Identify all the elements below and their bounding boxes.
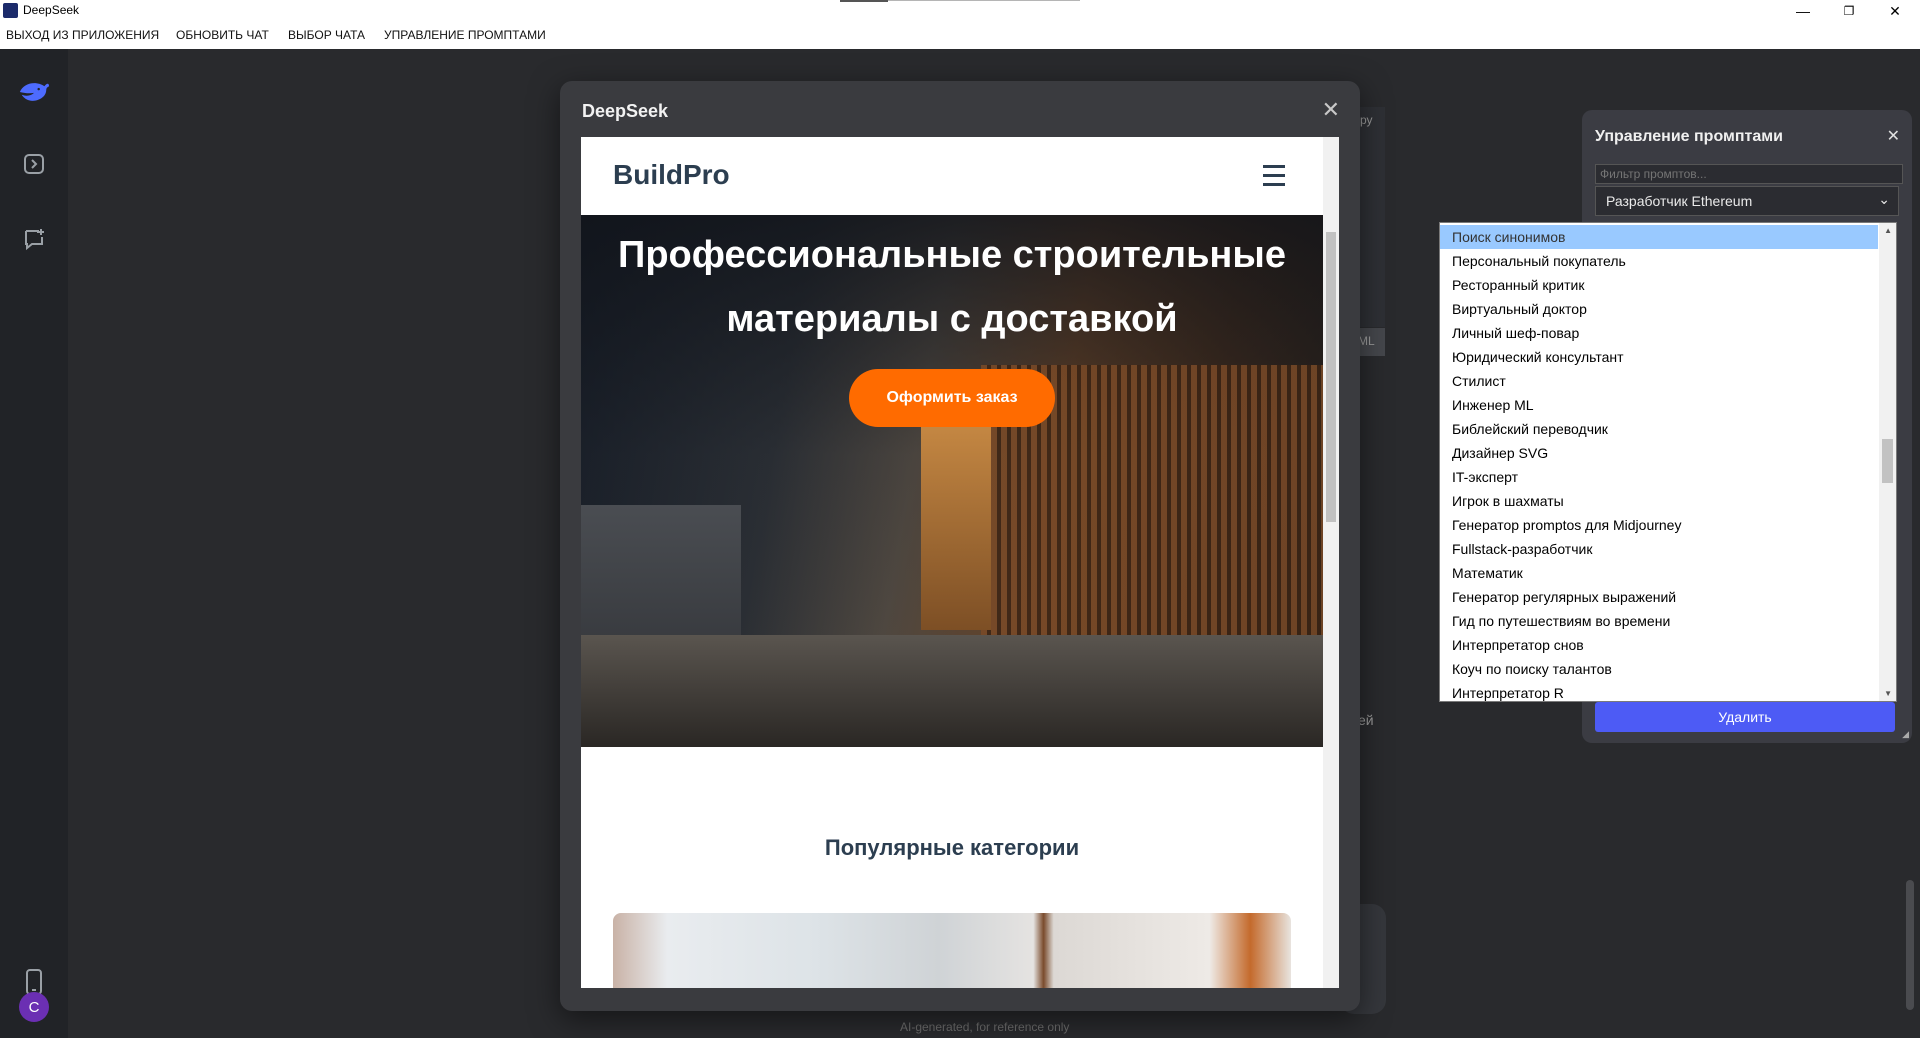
hero-section: Профессиональные строительные материалы … bbox=[581, 215, 1323, 747]
menu-bar: ВЫХОД ИЗ ПРИЛОЖЕНИЯ ОБНОВИТЬ ЧАТ ВЫБОР Ч… bbox=[0, 22, 1920, 49]
page-scrollbar[interactable] bbox=[1906, 880, 1914, 1010]
tab-indicator bbox=[840, 0, 1080, 2]
user-avatar[interactable]: C bbox=[19, 992, 49, 1022]
panel-title: Управление промптами bbox=[1595, 128, 1783, 145]
menu-exit-app[interactable]: ВЫХОД ИЗ ПРИЛОЖЕНИЯ bbox=[6, 28, 159, 42]
prompt-select-value: Разработчик Ethereum bbox=[1606, 193, 1753, 209]
list-scrollbar-thumb[interactable] bbox=[1882, 439, 1893, 483]
hero-title: Профессиональные строительные материалы … bbox=[618, 234, 1286, 340]
prompt-option[interactable]: Игрок в шахматы bbox=[1440, 489, 1878, 513]
menu-select-chat[interactable]: ВЫБОР ЧАТА bbox=[288, 28, 365, 42]
prompt-option[interactable]: IT-эксперт bbox=[1440, 465, 1878, 489]
list-scrollbar[interactable]: ▲ ▼ bbox=[1879, 223, 1896, 701]
close-window-button[interactable]: ✕ bbox=[1872, 0, 1918, 22]
sidebar-toggle-icon[interactable] bbox=[18, 148, 50, 180]
site-header: BuildPro bbox=[581, 137, 1323, 215]
prompt-option[interactable]: Математик bbox=[1440, 561, 1878, 585]
hero-image-floor bbox=[581, 635, 1323, 747]
prompt-option[interactable]: Генератор регулярных выражений bbox=[1440, 585, 1878, 609]
chevron-down-icon: ⌄ bbox=[1878, 191, 1890, 207]
deepseek-whale-logo-icon[interactable] bbox=[18, 75, 50, 107]
prompt-options-list: Поиск синонимов Персональный покупатель Ре… bbox=[1439, 222, 1897, 702]
delete-button[interactable]: Удалить bbox=[1595, 702, 1895, 732]
scroll-up-arrow-icon[interactable]: ▲ bbox=[1884, 226, 1892, 235]
hamburger-menu-icon[interactable] bbox=[1263, 165, 1285, 192]
modal-title: DeepSeek bbox=[582, 101, 669, 121]
prompt-option[interactable]: Коуч по поиску талантов bbox=[1440, 657, 1878, 681]
prompt-option[interactable]: Юридический консультант bbox=[1440, 345, 1878, 369]
left-sidebar bbox=[0, 49, 68, 1038]
app-logo-icon bbox=[3, 3, 18, 18]
category-card-image[interactable] bbox=[613, 913, 1291, 988]
prompt-option[interactable]: Инженер ML bbox=[1440, 393, 1878, 417]
website-preview-frame: BuildPro Профессиональные строительные м… bbox=[581, 137, 1339, 988]
prompt-option[interactable]: Личный шеф-повар bbox=[1440, 321, 1878, 345]
prompt-option[interactable]: Поиск синонимов bbox=[1440, 225, 1878, 249]
prompt-option[interactable]: Интерпретатор снов bbox=[1440, 633, 1878, 657]
prompt-select[interactable]: Разработчик Ethereum ⌄ bbox=[1595, 186, 1899, 216]
ai-disclaimer: AI-generated, for reference only bbox=[900, 1020, 1070, 1034]
prompt-option[interactable]: Ресторанный критик bbox=[1440, 273, 1878, 297]
window-title: DeepSeek bbox=[23, 3, 80, 17]
prompt-filter-input[interactable] bbox=[1595, 164, 1903, 184]
title-bar: DeepSeek — ❐ ✕ bbox=[0, 0, 1920, 22]
order-button[interactable]: Оформить заказ bbox=[849, 369, 1055, 427]
frame-scrollbar-thumb[interactable] bbox=[1326, 232, 1336, 522]
prompt-option[interactable]: Виртуальный доктор bbox=[1440, 297, 1878, 321]
prompt-option[interactable]: Интерпретатор R bbox=[1440, 681, 1878, 701]
menu-refresh-chat[interactable]: ОБНОВИТЬ ЧАТ bbox=[176, 28, 269, 42]
background-fragment: ру bbox=[1360, 113, 1373, 127]
new-chat-icon[interactable] bbox=[18, 223, 50, 255]
prompt-option[interactable]: Генератор promptos для Midjourney bbox=[1440, 513, 1878, 537]
panel-close-button[interactable]: ✕ bbox=[1887, 126, 1900, 146]
scroll-down-arrow-icon[interactable]: ▼ bbox=[1884, 689, 1892, 698]
prompt-option[interactable]: Гид по путешествиям во времени bbox=[1440, 609, 1878, 633]
prompt-option[interactable]: Fullstack-разработчик bbox=[1440, 537, 1878, 561]
modal-close-button[interactable]: ✕ bbox=[1322, 97, 1340, 123]
preview-modal: DeepSeek ✕ BuildPro Профессиональные стр… bbox=[560, 81, 1360, 1011]
prompt-option[interactable]: Стилист bbox=[1440, 369, 1878, 393]
background-fragment: ML bbox=[1358, 334, 1375, 348]
background-fragment: ей bbox=[1358, 712, 1374, 728]
prompt-option[interactable]: Дизайнер SVG bbox=[1440, 441, 1878, 465]
prompt-option[interactable]: Персональный покупатель bbox=[1440, 249, 1878, 273]
prompt-option[interactable]: Библейский переводчик bbox=[1440, 417, 1878, 441]
menu-manage-prompts[interactable]: УПРАВЛЕНИЕ ПРОМПТАМИ bbox=[384, 28, 546, 42]
frame-scrollbar[interactable] bbox=[1323, 137, 1339, 988]
hero-image-door bbox=[921, 415, 991, 630]
restore-button[interactable]: ❐ bbox=[1826, 0, 1872, 22]
resize-handle-icon[interactable]: ◢ bbox=[1902, 729, 1909, 740]
minimize-button[interactable]: — bbox=[1780, 0, 1826, 22]
section-title: Популярные категории bbox=[824, 835, 1080, 860]
site-brand[interactable]: BuildPro bbox=[613, 159, 730, 191]
